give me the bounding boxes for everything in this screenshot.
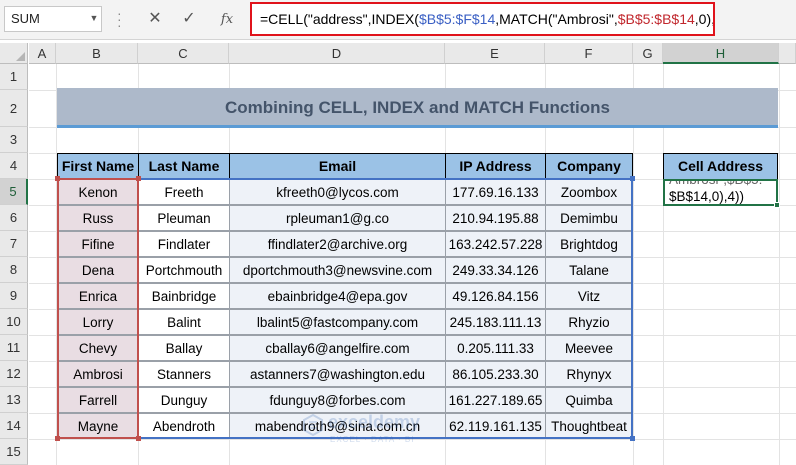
fx-icon: fx <box>220 12 234 27</box>
row-header-3[interactable]: 3 <box>0 127 28 153</box>
row-header-13[interactable]: 13 <box>0 387 28 413</box>
range-handle[interactable] <box>630 176 635 181</box>
table-header-last-name[interactable]: Last Name <box>138 153 230 180</box>
range-handle[interactable] <box>136 176 141 181</box>
name-box-value: SUM <box>11 11 40 26</box>
fill-handle[interactable] <box>774 202 780 208</box>
row-header-10[interactable]: 10 <box>0 309 28 335</box>
lookup-range-highlight <box>57 178 633 439</box>
column-header-d[interactable]: D <box>229 43 445 64</box>
exceldemy-watermark: exceldemy EXCEL · DATA · BI <box>300 410 480 450</box>
column-header-e[interactable]: E <box>445 43 545 64</box>
row-header-4[interactable]: 4 <box>0 153 28 179</box>
insert-function-button[interactable]: fx <box>214 8 240 30</box>
enter-icon[interactable]: ✓ <box>176 8 202 30</box>
range-handle[interactable] <box>55 436 60 441</box>
range-handle[interactable] <box>136 436 141 441</box>
cell-address-header[interactable]: Cell Address <box>663 153 778 180</box>
exceldemy-logo-icon <box>303 414 323 436</box>
table-header-company[interactable]: Company <box>545 153 633 180</box>
table-header-email[interactable]: Email <box>229 153 446 180</box>
row-header-9[interactable]: 9 <box>0 283 28 309</box>
column-header-c[interactable]: C <box>138 43 229 64</box>
table-header-ip-address[interactable]: IP Address <box>445 153 546 180</box>
formula-input[interactable]: =CELL("address",INDEX($B$5:$F$14,MATCH("… <box>250 2 715 36</box>
cell-address-active-cell[interactable]: Ambrosi",$B$5: $B$14,0),4)) <box>663 179 778 206</box>
cancel-icon[interactable]: ✕ <box>142 8 168 30</box>
column-header-h[interactable]: H <box>663 43 779 64</box>
cell-edit-line-2: $B$14,0),4)) <box>669 189 745 204</box>
row-header-5[interactable]: 5 <box>0 179 28 205</box>
name-box-dropdown-icon[interactable]: ▼ <box>88 8 100 28</box>
match-range-highlight <box>57 178 139 439</box>
formula-bar-grip-icon: · · · <box>117 5 122 33</box>
column-header-b[interactable]: B <box>56 43 138 64</box>
row-header-11[interactable]: 11 <box>0 335 28 361</box>
cell-edit-line-1: Ambrosi",$B$5: <box>669 179 763 187</box>
range-handle[interactable] <box>630 436 635 441</box>
title-underline <box>57 125 778 128</box>
column-header-a[interactable]: A <box>29 43 56 64</box>
sheet-title: Combining CELL, INDEX and MATCH Function… <box>57 88 778 127</box>
row-header-7[interactable]: 7 <box>0 231 28 257</box>
row-header-15[interactable]: 15 <box>0 439 28 465</box>
table-header-first-name[interactable]: First Name <box>57 153 139 180</box>
row-header-14[interactable]: 14 <box>0 413 28 439</box>
row-header-8[interactable]: 8 <box>0 257 28 283</box>
row-header-6[interactable]: 6 <box>0 205 28 231</box>
range-handle[interactable] <box>55 176 60 181</box>
select-all-icon <box>16 52 25 61</box>
column-header-g[interactable]: G <box>633 43 663 64</box>
row-header-12[interactable]: 12 <box>0 361 28 387</box>
column-header-i[interactable] <box>779 43 796 64</box>
row-header-2[interactable]: 2 <box>0 90 28 127</box>
column-header-f[interactable]: F <box>545 43 633 64</box>
row-header-1[interactable]: 1 <box>0 64 28 90</box>
